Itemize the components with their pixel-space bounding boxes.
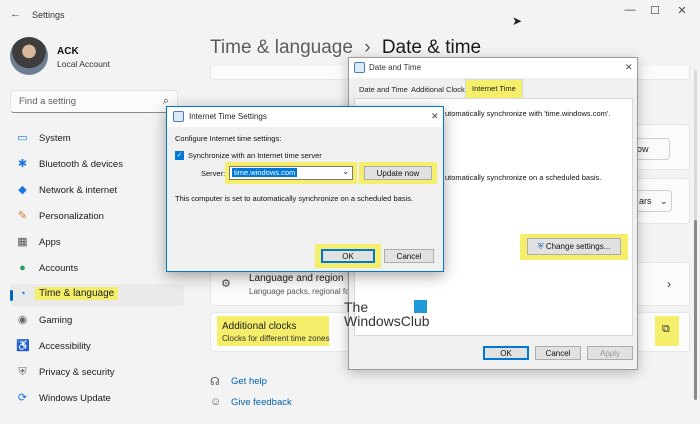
sync-checkbox-label: Synchronize with an Internet time server: [188, 151, 322, 160]
sidebar-item-label: Network & internet: [39, 185, 118, 196]
update-now-button[interactable]: Update now: [364, 166, 432, 180]
dialog-titlebar[interactable]: Internet Time Settings ✕: [167, 107, 443, 127]
cancel-button[interactable]: Cancel: [384, 249, 434, 263]
chevron-down-icon: ⌄: [660, 196, 668, 206]
schedule-info-text: utomatically synchronize on a scheduled …: [445, 173, 602, 182]
back-arrow-icon[interactable]: ←: [10, 8, 21, 20]
maximize-button[interactable]: ☐: [641, 4, 669, 20]
accessibility-icon: ♿: [16, 340, 30, 352]
chevron-right-icon: ›: [667, 277, 671, 291]
ok-button[interactable]: OK: [483, 346, 529, 360]
gaming-icon: ◉: [17, 314, 28, 326]
close-icon[interactable]: ✕: [431, 111, 439, 122]
get-help-link[interactable]: Get help: [231, 376, 267, 387]
page-title: Time & language › Date & time: [210, 37, 481, 59]
change-settings-label: Change settings...: [545, 242, 611, 251]
apps-icon: ▦: [17, 236, 28, 248]
give-feedback-link[interactable]: Give feedback: [231, 397, 292, 408]
close-icon[interactable]: ✕: [625, 62, 633, 73]
server-value: time.windows.com: [232, 168, 298, 177]
sidebar-item-network-internet[interactable]: ◆ Network & internet: [10, 180, 184, 202]
search-placeholder: Find a setting: [19, 96, 77, 107]
sidebar-item-label: Bluetooth & devices: [39, 159, 123, 170]
sidebar-item-label: System: [39, 133, 71, 144]
sidebar-item-label: Personalization: [39, 211, 104, 222]
language-region-title: Language and region: [249, 273, 344, 284]
clock-icon: [354, 62, 365, 73]
bluetooth-icon: ✱: [17, 158, 28, 170]
sync-checkbox[interactable]: ✓: [175, 151, 184, 160]
breadcrumb-current: Date & time: [381, 37, 482, 58]
sidebar-item-personalization[interactable]: ✎ Personalization: [10, 206, 184, 228]
brush-icon: ✎: [17, 210, 28, 222]
breadcrumb-parent[interactable]: Time & language: [210, 37, 353, 58]
sidebar-item-windows-update[interactable]: ⟳ Windows Update: [10, 388, 184, 410]
sidebar-item-accessibility[interactable]: ♿ Accessibility: [10, 336, 184, 358]
ok-button[interactable]: OK: [321, 249, 375, 263]
sidebar-item-label: Privacy & security: [39, 367, 115, 378]
scrollbar-thumb[interactable]: [694, 220, 697, 400]
internet-time-settings-dialog: Internet Time Settings ✕ Configure Inter…: [166, 106, 444, 272]
globe-icon: ⚙: [221, 278, 231, 290]
close-button[interactable]: ✕: [668, 4, 696, 20]
system-icon: ▭: [17, 132, 28, 144]
chevron-down-icon: ⌄: [342, 167, 349, 176]
sidebar-item-label: Accounts: [39, 263, 79, 274]
server-select[interactable]: time.windows.com ⌄: [229, 166, 353, 180]
account-type: Local Account: [57, 59, 110, 69]
minimize-button[interactable]: —: [616, 4, 644, 20]
update-icon: ⟳: [17, 392, 28, 404]
clock-globe-icon: ◔: [19, 288, 26, 300]
dialog-titlebar[interactable]: Date and Time ✕: [349, 58, 637, 78]
dialog-title: Internet Time Settings: [189, 112, 267, 121]
help-icon: ☊: [210, 376, 220, 388]
sidebar-item-label: Accessibility: [39, 341, 91, 352]
clock-icon: [173, 111, 184, 122]
additional-clocks-subtitle: Clocks for different time zones: [222, 334, 330, 343]
server-label: Server:: [201, 169, 226, 178]
sidebar-item-label: Gaming: [39, 315, 73, 326]
watermark-square-icon: [414, 300, 427, 313]
sidebar-item-privacy-security[interactable]: ⛨ Privacy & security: [10, 362, 184, 384]
avatar[interactable]: [10, 37, 48, 75]
shield-icon: ⛨: [18, 366, 27, 378]
feedback-icon: ☺: [210, 396, 222, 408]
configure-label: Configure Internet time settings:: [175, 134, 282, 143]
watermark-logo: The WindowsClub: [344, 300, 430, 328]
sidebar-item-label: Apps: [39, 237, 61, 248]
cancel-button[interactable]: Cancel: [535, 346, 581, 360]
additional-clocks-title: Additional clocks: [222, 321, 297, 332]
sync-info-text: utomatically synchronize with 'time.wind…: [445, 109, 611, 118]
dialog-title: Date and Time: [369, 63, 422, 72]
user-name: ACK: [57, 46, 79, 57]
status-text: This computer is set to automatically sy…: [175, 194, 414, 203]
watermark-line2: WindowsClub: [344, 313, 430, 329]
search-input[interactable]: Find a setting ⌕: [10, 90, 178, 113]
sidebar-item-apps[interactable]: ▦ Apps: [10, 232, 184, 254]
sidebar-item-gaming[interactable]: ◉ Gaming: [10, 310, 184, 332]
open-external-icon: ⧉: [662, 323, 670, 335]
mouse-cursor-icon: ➤: [512, 14, 523, 28]
network-icon: ◆: [18, 184, 27, 196]
sidebar-item-time-language[interactable]: ◔ Time & language: [10, 284, 184, 306]
language-region-subtitle: Language packs, regional fo: [249, 287, 350, 296]
sidebar-item-accounts[interactable]: ● Accounts: [10, 258, 184, 280]
tab-internet-time[interactable]: Internet Time: [465, 79, 523, 99]
shield-icon: ⛨: [537, 242, 544, 251]
sync-now-label: ow: [637, 144, 649, 154]
apply-button: Apply: [587, 346, 633, 360]
sidebar-item-label: Time & language: [35, 287, 119, 300]
breadcrumb-separator: ›: [364, 37, 371, 58]
sidebar-item-system[interactable]: ▭ System: [10, 128, 184, 150]
accounts-icon: ●: [19, 262, 26, 274]
change-settings-button[interactable]: ⛨ Change settings...: [527, 238, 621, 255]
calendar-dropdown-value: ars: [639, 196, 652, 206]
sidebar-item-bluetooth-devices[interactable]: ✱ Bluetooth & devices: [10, 154, 184, 176]
sidebar-item-label: Windows Update: [39, 393, 111, 404]
app-title: Settings: [32, 10, 65, 20]
